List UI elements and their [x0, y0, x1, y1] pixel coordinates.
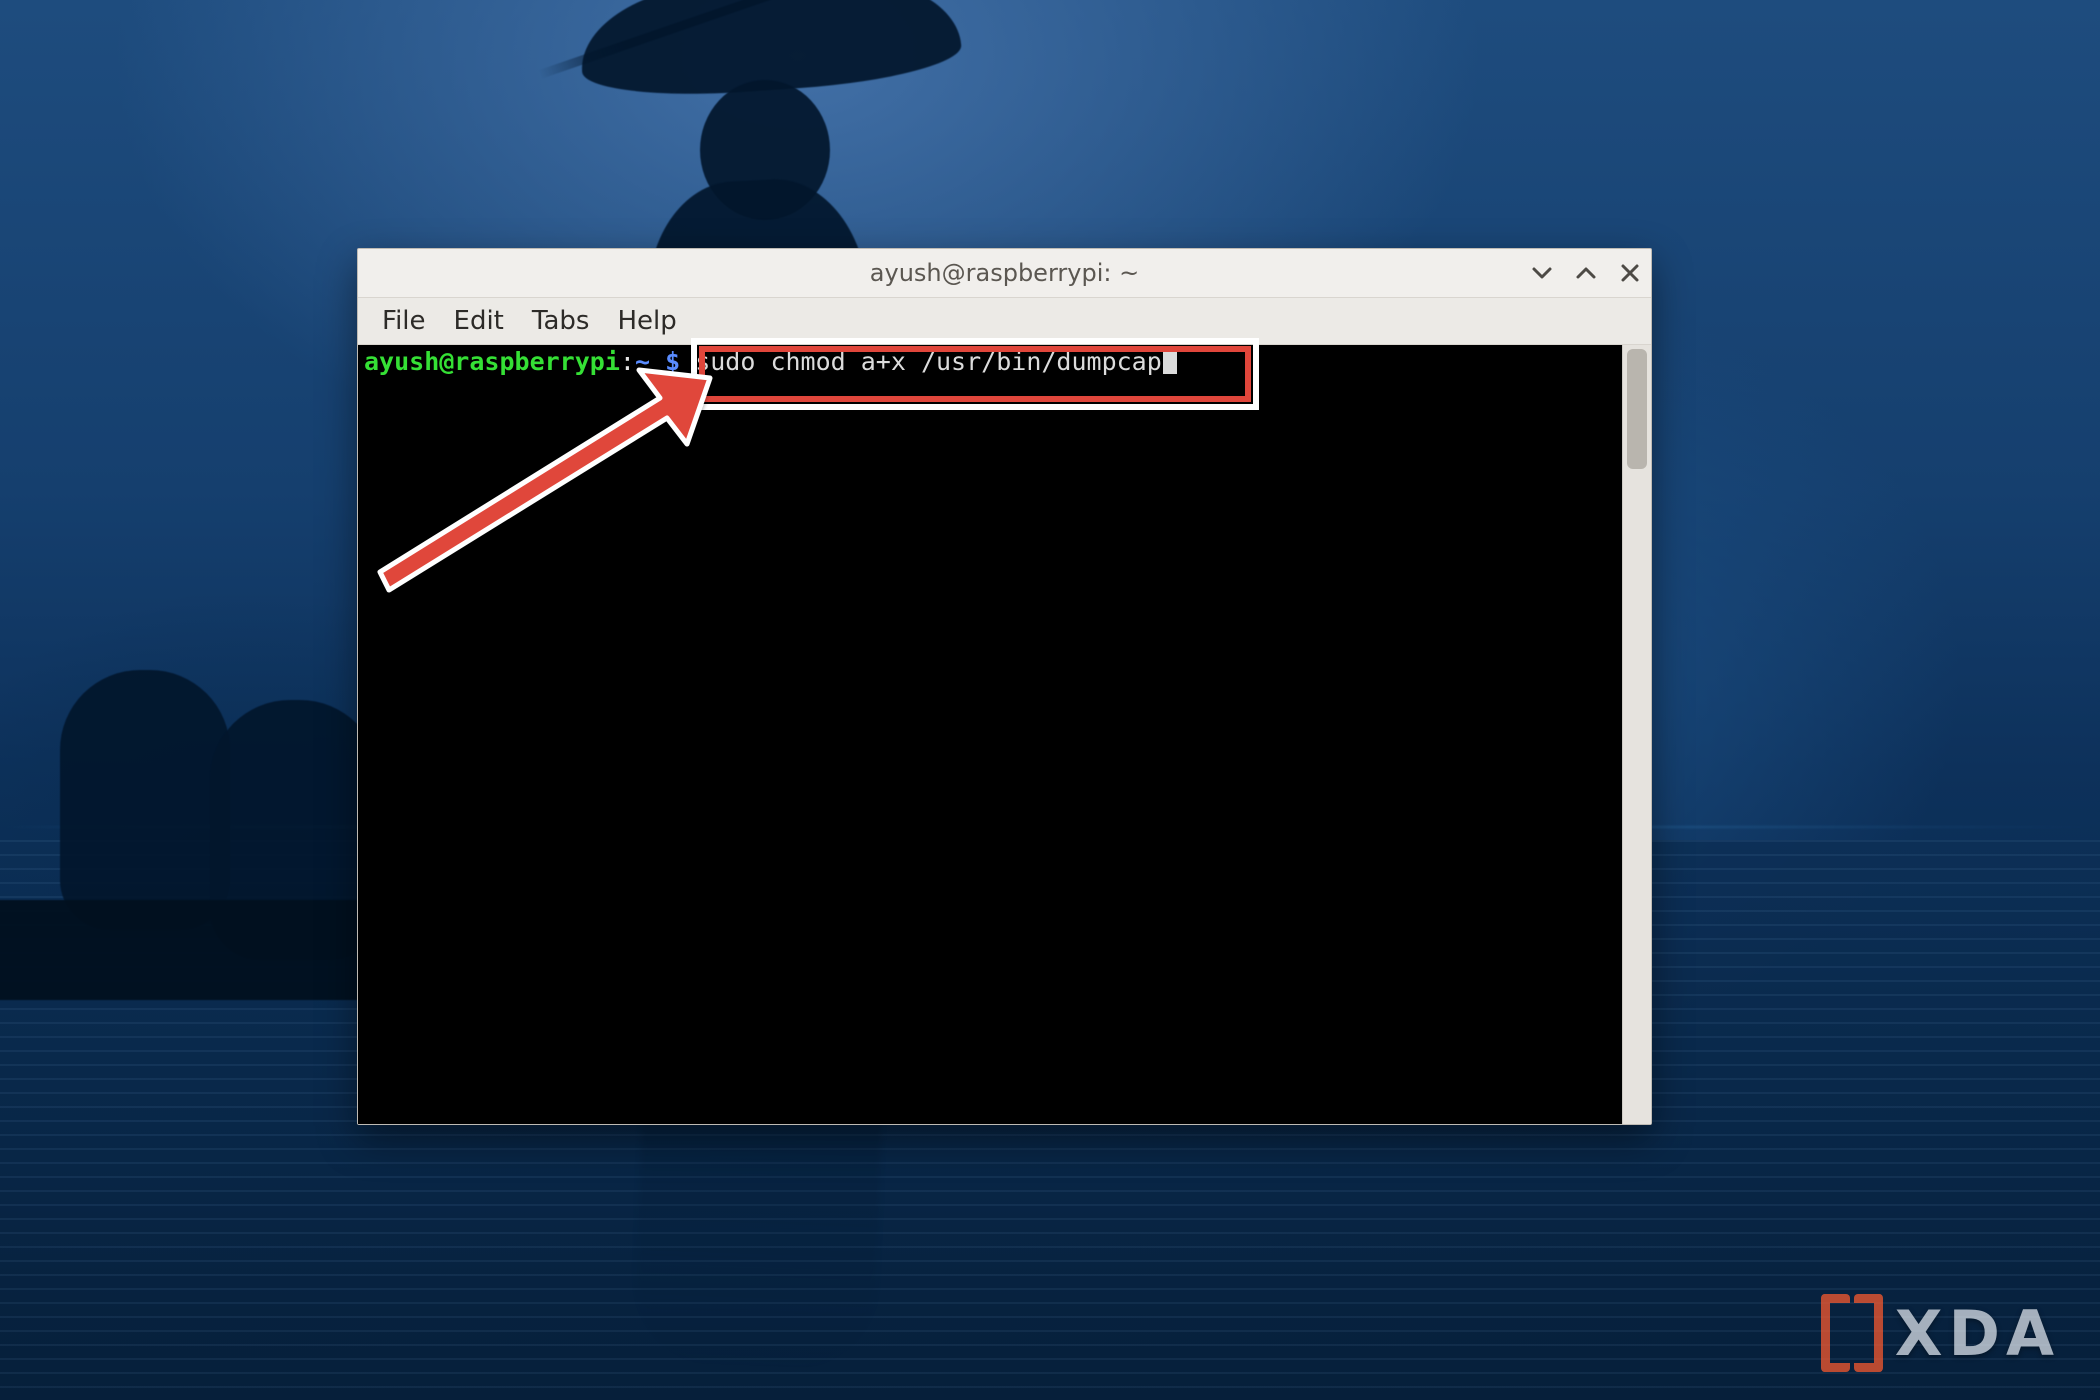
terminal-body-wrap: ayush@raspberrypi:~ $ sudo chmod a+x /us…	[358, 345, 1651, 1124]
prompt-symbol: $	[665, 347, 680, 376]
text-cursor	[1163, 350, 1177, 374]
close-icon	[1619, 262, 1641, 284]
menu-file[interactable]: File	[368, 302, 440, 340]
terminal-body[interactable]: ayush@raspberrypi:~ $ sudo chmod a+x /us…	[358, 345, 1622, 1124]
minimize-button[interactable]	[1531, 262, 1553, 284]
window-titlebar[interactable]: ayush@raspberrypi: ~	[358, 249, 1651, 298]
menu-help[interactable]: Help	[603, 302, 690, 340]
menu-edit[interactable]: Edit	[440, 302, 518, 340]
terminal-window: ayush@raspberrypi: ~ File Edit	[357, 248, 1652, 1125]
bracket-left-icon	[1821, 1294, 1850, 1372]
xda-watermark: XDA	[1821, 1294, 2060, 1372]
command-input[interactable]: sudo chmod a+x /usr/bin/dumpcap	[695, 347, 1162, 376]
close-button[interactable]	[1619, 262, 1641, 284]
bracket-right-icon	[1854, 1294, 1883, 1372]
window-controls	[1531, 249, 1641, 297]
maximize-button[interactable]	[1575, 262, 1597, 284]
window-title: ayush@raspberrypi: ~	[358, 259, 1651, 287]
prompt-separator: :	[620, 347, 635, 376]
scrollbar-thumb[interactable]	[1627, 349, 1647, 469]
cormorant-silhouette-1	[60, 670, 230, 930]
menu-tabs[interactable]: Tabs	[518, 302, 604, 340]
chevron-down-icon	[1531, 262, 1553, 284]
chevron-up-icon	[1575, 262, 1597, 284]
vertical-scrollbar[interactable]	[1622, 345, 1651, 1124]
prompt-path: ~	[635, 347, 650, 376]
menubar: File Edit Tabs Help	[358, 298, 1651, 345]
prompt-user-host: ayush@raspberrypi	[364, 347, 620, 376]
watermark-text: XDA	[1895, 1297, 2060, 1370]
